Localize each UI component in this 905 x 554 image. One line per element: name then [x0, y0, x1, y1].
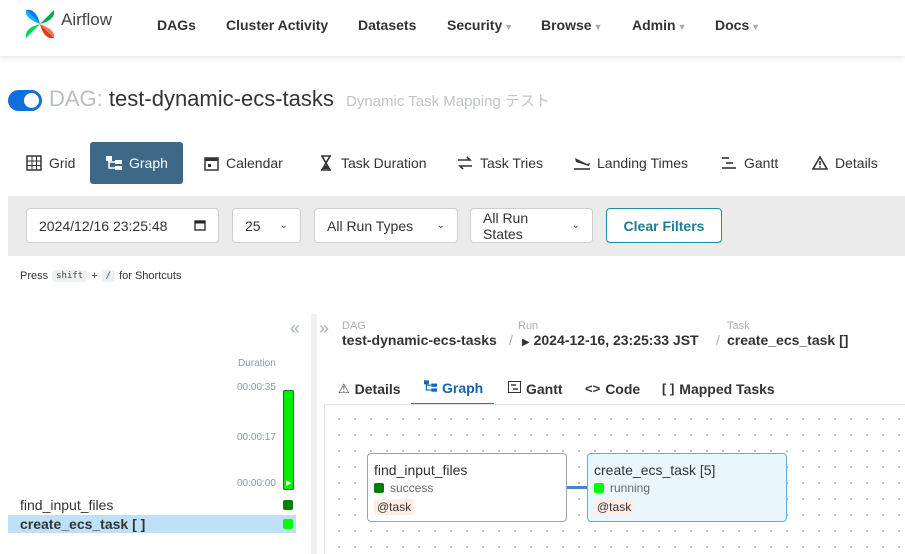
task-instance-status-success[interactable] — [283, 500, 293, 510]
tab-gantt[interactable]: Gantt — [705, 142, 793, 184]
subtab-mapped-tasks[interactable]: [ ] Mapped Tasks — [662, 372, 775, 405]
node-operator: @task — [594, 499, 635, 515]
code-icon: <> — [585, 381, 601, 396]
num-runs-select[interactable]: 25 ⌄ — [232, 208, 301, 243]
task-row-find-input-files[interactable]: find_input_files — [8, 496, 296, 514]
node-task-name: find_input_files — [374, 462, 468, 478]
node-state: running — [594, 481, 780, 495]
nav-datasets[interactable]: Datasets — [358, 17, 416, 33]
task-instance-status-running[interactable] — [283, 519, 293, 529]
filter-bar: 2024/12/16 23:25:48 25 ⌄ All Run Types ⌄ A… — [8, 196, 905, 256]
duration-tick: 00:00:00 — [237, 478, 276, 489]
caret-down-icon: ▼ — [677, 22, 687, 32]
shortcut-hint: Press shift + / for Shortcuts — [20, 270, 182, 282]
subtab-details[interactable]: ⚠ Details — [338, 372, 401, 405]
tab-task-duration[interactable]: Task Duration — [302, 142, 442, 184]
breadcrumb-run-label: Run — [518, 320, 539, 332]
airflow-logo[interactable]: Airflow — [22, 6, 112, 42]
caret-down-icon: ▼ — [751, 22, 761, 32]
run-type-select[interactable]: All Run Types ⌄ — [314, 208, 458, 243]
graph-edge — [567, 486, 588, 489]
nav-dags[interactable]: DAGs — [157, 17, 196, 33]
duration-label: Duration — [238, 358, 276, 369]
nav-security[interactable]: Security ▼ — [447, 17, 513, 33]
graph-icon — [105, 155, 123, 171]
chevron-down-icon: ⌄ — [571, 220, 580, 231]
dag-run-duration-bar[interactable]: ▶ — [283, 390, 294, 490]
tab-details[interactable]: Details — [796, 142, 893, 184]
task-row-create-ecs-task[interactable]: create_ecs_task [ ] — [8, 515, 296, 533]
retry-icon — [456, 155, 474, 171]
subtab-code[interactable]: <> Code — [585, 372, 640, 405]
state-success-icon — [374, 483, 384, 493]
tab-landing-times[interactable]: Landing Times — [558, 142, 703, 184]
grid-icon — [25, 155, 43, 171]
hourglass-icon — [317, 155, 335, 171]
caret-down-icon: ▼ — [593, 22, 603, 32]
breadcrumb-separator: / — [509, 332, 513, 348]
run-state-select[interactable]: All Run States ⌄ — [470, 208, 593, 243]
graph-node-find-input-files[interactable]: find_input_files success @task — [367, 453, 567, 522]
graph-icon — [424, 380, 437, 395]
nav-docs[interactable]: Docs ▼ — [715, 17, 760, 33]
kbd-shift: shift — [52, 270, 88, 282]
subtab-gantt[interactable]: Gantt — [508, 372, 563, 405]
subtab-graph[interactable]: Graph — [411, 372, 494, 405]
dag-prefix: DAG: — [49, 86, 103, 111]
brand-name: Airflow — [61, 10, 113, 29]
calendar-icon — [202, 155, 220, 171]
expand-details-icon[interactable]: » — [319, 318, 329, 339]
chevron-down-icon: ⌄ — [436, 220, 445, 231]
graph-node-create-ecs-task[interactable]: create_ecs_task [5] running @task — [587, 453, 787, 522]
warning-icon: ⚠ — [338, 380, 350, 396]
node-state: success — [374, 481, 560, 495]
duration-tick: 00:00:35 — [237, 382, 276, 393]
dag-name[interactable]: test-dynamic-ecs-tasks — [109, 86, 334, 111]
landing-icon — [573, 155, 591, 171]
caret-down-icon: ▼ — [504, 22, 514, 32]
node-operator: @task — [374, 499, 415, 515]
tab-task-tries[interactable]: Task Tries — [441, 142, 558, 184]
brackets-icon: [ ] — [662, 381, 675, 396]
breadcrumb-dag[interactable]: test-dynamic-ecs-tasks — [342, 332, 497, 348]
gantt-icon — [508, 381, 521, 396]
panel-resize-handle[interactable] — [311, 314, 317, 554]
execution-date-input[interactable]: 2024/12/16 23:25:48 — [26, 208, 219, 243]
dag-pause-toggle[interactable] — [8, 90, 42, 111]
collapse-grid-icon[interactable]: « — [290, 318, 300, 339]
breadcrumb-task-label: Task — [727, 320, 750, 332]
nav-browse[interactable]: Browse ▼ — [541, 17, 603, 33]
pinwheel-icon — [25, 9, 55, 39]
breadcrumb-separator: / — [716, 332, 720, 348]
dag-description: Dynamic Task Mapping テスト — [346, 93, 550, 110]
page-title: DAG: test-dynamic-ecs-tasks Dynamic Task… — [49, 86, 550, 112]
duration-tick: 00:00:17 — [237, 432, 276, 443]
tab-calendar[interactable]: Calendar — [187, 142, 298, 184]
state-running-icon — [594, 483, 604, 493]
breadcrumb-dag-label: DAG — [342, 320, 366, 332]
clear-filters-button[interactable]: Clear Filters — [606, 208, 722, 243]
breadcrumb-task[interactable]: create_ecs_task [] — [727, 332, 848, 348]
gantt-icon — [720, 155, 738, 171]
calendar-icon[interactable] — [194, 218, 206, 234]
kbd-slash: / — [101, 270, 116, 282]
tab-graph[interactable]: Graph — [90, 142, 183, 184]
play-icon: ▶ — [522, 337, 530, 348]
chevron-down-icon: ⌄ — [279, 220, 288, 231]
play-icon: ▶ — [286, 480, 292, 487]
navbar: Airflow DAGs Cluster Activity Datasets S… — [0, 0, 905, 56]
nav-admin[interactable]: Admin ▼ — [632, 17, 686, 33]
breadcrumb-run[interactable]: ▶ 2024-12-16, 23:25:33 JST — [522, 332, 699, 348]
tab-grid[interactable]: Grid — [10, 142, 90, 184]
nav-cluster-activity[interactable]: Cluster Activity — [226, 17, 328, 33]
warning-icon — [811, 155, 829, 171]
node-task-name: create_ecs_task [5] — [594, 462, 716, 478]
